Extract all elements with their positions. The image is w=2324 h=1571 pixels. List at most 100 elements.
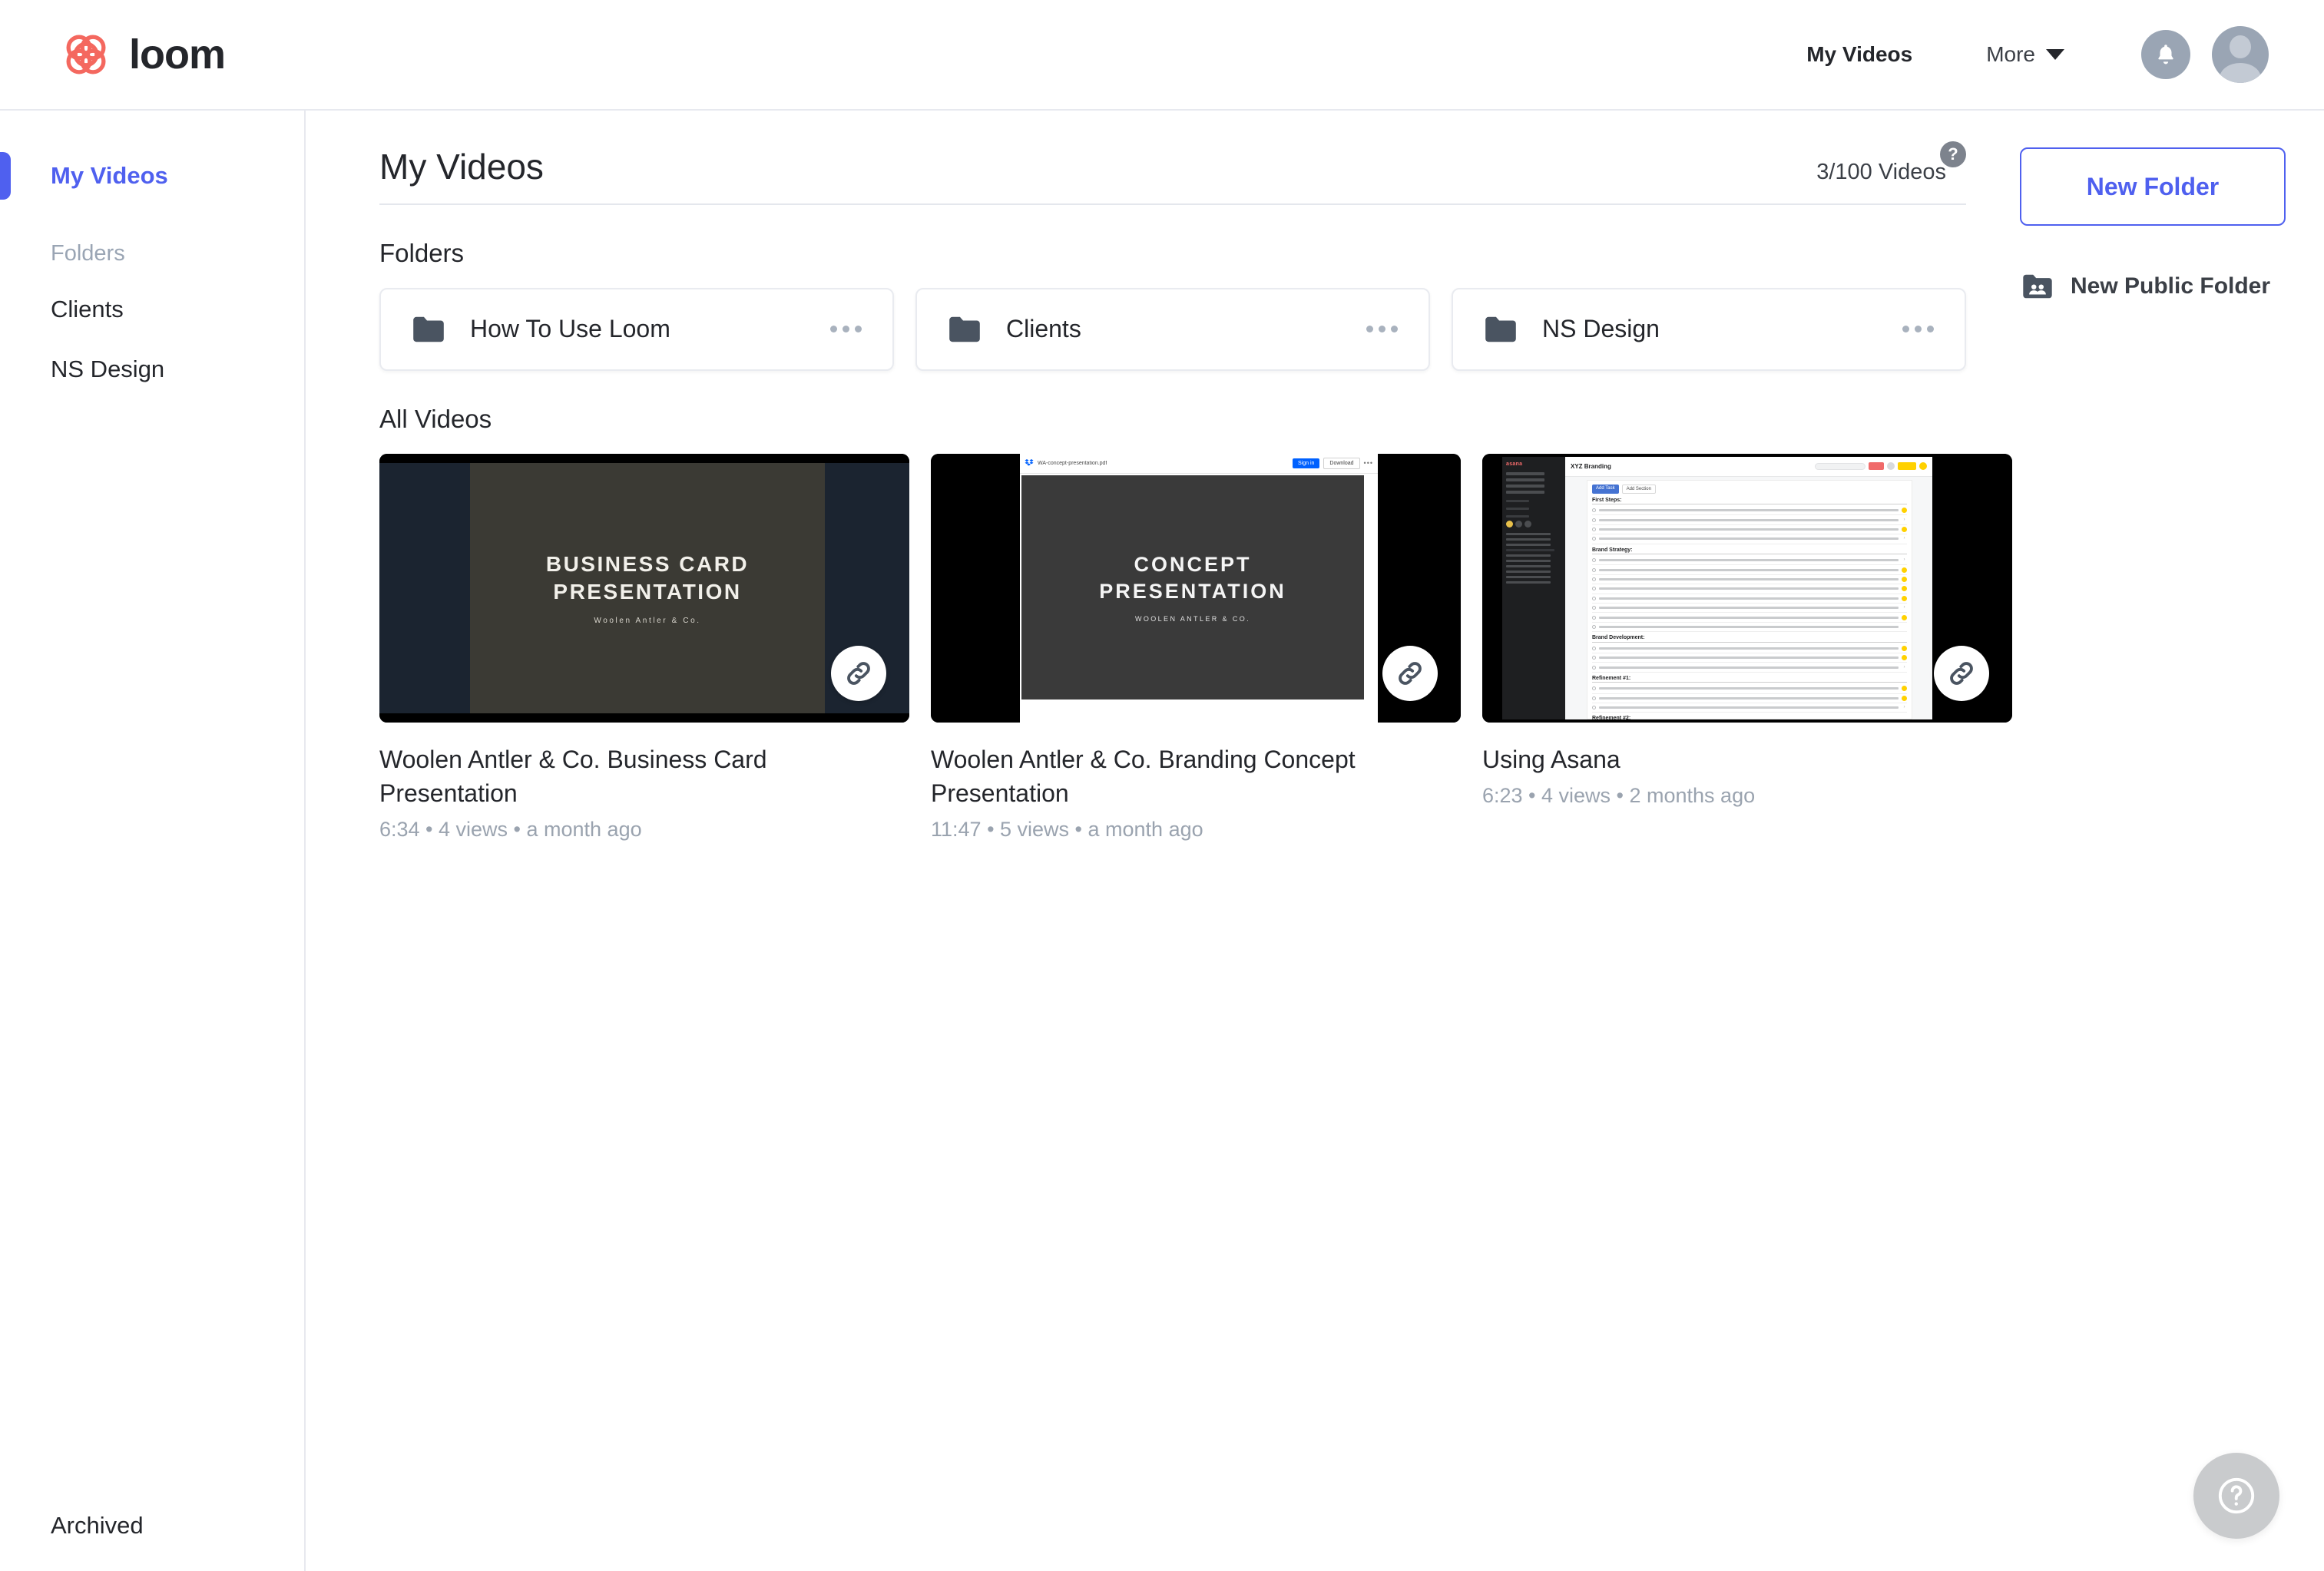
folder-card-clients[interactable]: Clients (915, 287, 1430, 371)
brand-logo-group[interactable]: loom (60, 28, 226, 81)
video-card[interactable]: BUSINESS CARD PRESENTATION Woolen Antler… (379, 453, 909, 842)
asana-section-header: Brand Strategy: (1592, 547, 1907, 555)
new-folder-button[interactable]: New Folder (2020, 147, 2286, 226)
asana-task-row[interactable]: › (1592, 534, 1907, 544)
asana-task-row[interactable]: › (1592, 515, 1907, 525)
video-meta: 6:34 • 4 views • a month ago (379, 817, 642, 841)
asana-nav-group (1506, 507, 1561, 510)
video-thumbnail[interactable]: WA-concept-presentation.pdf Sign in Down… (931, 453, 1461, 723)
help-floating-button[interactable] (2193, 1453, 2279, 1539)
asana-task-row[interactable] (1592, 644, 1907, 653)
loom-app-window: loom My Videos More My Videos Folders Cl… (0, 0, 2324, 1571)
asana-task-row[interactable] (1592, 653, 1907, 663)
slide-headline-line1: BUSINESS CARD (545, 552, 750, 577)
asana-teams-group (1506, 514, 1561, 584)
user-avatar[interactable] (2212, 26, 2269, 83)
video-thumbnail[interactable]: BUSINESS CARD PRESENTATION Woolen Antler… (379, 453, 909, 723)
asana-board-actions: Add Task Add Section (1592, 484, 1907, 494)
asana-help-icon[interactable] (1887, 462, 1895, 471)
asana-task-board: Add Task Add Section First Steps: › › Br… (1587, 479, 1912, 719)
video-thumbnail[interactable]: asana XYZ Branding Add Task Add Section … (1482, 453, 2012, 723)
active-indicator (0, 152, 11, 200)
copy-link-button[interactable] (1382, 645, 1438, 701)
sign-in-button[interactable]: Sign in (1293, 458, 1320, 468)
letterbox-bar (379, 713, 909, 723)
more-options-icon[interactable] (827, 318, 865, 340)
sidebar-item-label: Clients (51, 296, 124, 322)
videos-count-label: 3/100 Videos (1816, 159, 1946, 184)
sidebar-item-clients[interactable]: Clients (0, 279, 304, 339)
sidebar-item-label: Archived (51, 1512, 144, 1539)
asana-section-header: Brand Development: (1592, 635, 1907, 643)
sidebar-item-archived[interactable]: Archived (0, 1496, 304, 1556)
sidebar-item-ns-design[interactable]: NS Design (0, 339, 304, 399)
download-button[interactable]: Download (1323, 457, 1360, 469)
asana-add-section-button[interactable]: Add Section (1621, 484, 1656, 494)
asana-task-row[interactable] (1592, 506, 1907, 516)
copy-link-icon (1950, 661, 1973, 685)
asana-task-row[interactable]: › (1592, 703, 1907, 713)
asana-app-preview: asana XYZ Branding Add Task Add Section … (1502, 456, 1932, 719)
asana-nav-list (1506, 471, 1561, 494)
asana-task-row[interactable] (1592, 525, 1907, 535)
folder-card-how-to-use-loom[interactable]: How To Use Loom (379, 287, 894, 371)
videos-quota: 3/100 Videos ? (1816, 141, 1966, 187)
asana-task-row[interactable] (1592, 623, 1907, 633)
sidebar-primary-section: My Videos (0, 111, 304, 206)
nav-more-dropdown[interactable]: More (1986, 42, 2064, 67)
brand-name: loom (129, 31, 226, 78)
asana-new-button[interactable] (1869, 462, 1884, 471)
new-public-folder-label: New Public Folder (2071, 273, 2271, 299)
asana-task-row[interactable] (1592, 565, 1907, 575)
top-navigation-bar: loom My Videos More (0, 0, 2324, 111)
asana-header-actions (1815, 462, 1927, 471)
slide-subtitle: Woolen Antler & Co. (594, 616, 701, 625)
more-options-icon[interactable] (1363, 318, 1401, 340)
main-content: My Videos 3/100 Videos ? Folders How To … (307, 111, 2324, 1571)
quota-help-icon[interactable]: ? (1940, 141, 1966, 167)
pdf-file-name: WA-concept-presentation.pdf (1038, 460, 1107, 466)
section-label-folders: Folders (379, 238, 465, 267)
video-card[interactable]: asana XYZ Branding Add Task Add Section … (1482, 453, 2012, 842)
asana-task-row[interactable] (1592, 613, 1907, 623)
asana-task-row[interactable] (1592, 575, 1907, 585)
notification-bell-button[interactable] (2141, 30, 2190, 79)
pdf-viewer-toolbar: WA-concept-presentation.pdf Sign in Down… (1020, 453, 1378, 474)
asana-task-row[interactable] (1592, 594, 1907, 604)
asana-task-row[interactable] (1592, 584, 1907, 594)
video-title: Using Asana (1482, 745, 1621, 773)
asana-task-row[interactable] (1592, 694, 1907, 703)
copy-link-button[interactable] (831, 645, 886, 701)
new-public-folder-link[interactable]: New Public Folder (2020, 273, 2304, 299)
asana-search-input[interactable] (1815, 462, 1865, 470)
pdf-document-area: CONCEPT PRESENTATION WOOLEN ANTLER & CO. (1020, 473, 1378, 723)
more-options-icon[interactable]: ••• (1364, 459, 1373, 467)
slide-headline-line2: PRESENTATION (1099, 580, 1286, 604)
video-meta: 11:47 • 5 views • a month ago (931, 817, 1203, 841)
asana-avatar[interactable] (1919, 462, 1927, 471)
chevron-down-icon (2046, 49, 2064, 60)
folder-name: How To Use Loom (470, 315, 670, 343)
letterbox-bar (379, 453, 909, 463)
asana-add-task-button[interactable]: Add Task (1592, 484, 1619, 494)
section-label-all-videos: All Videos (379, 404, 492, 433)
folder-name: Clients (1006, 315, 1081, 343)
sidebar-item-my-videos[interactable]: My Videos (0, 146, 304, 206)
slide-headline-line1: CONCEPT (1134, 553, 1252, 576)
more-options-icon[interactable] (1899, 318, 1937, 340)
asana-task-row[interactable]: › (1592, 556, 1907, 566)
folder-card-ns-design[interactable]: NS Design (1452, 287, 1966, 371)
asana-upgrade-button[interactable] (1898, 462, 1916, 471)
slide-subtitle: WOOLEN ANTLER & CO. (1134, 615, 1251, 623)
video-card[interactable]: WA-concept-presentation.pdf Sign in Down… (931, 453, 1461, 842)
nav-my-videos[interactable]: My Videos (1806, 35, 1912, 74)
sidebar-item-label: My Videos (51, 162, 168, 189)
public-folder-icon (2023, 274, 2052, 299)
asana-task-row[interactable]: › (1592, 604, 1907, 614)
copy-link-button[interactable] (1934, 645, 1989, 701)
folder-icon (413, 316, 444, 342)
help-circle-icon (2218, 1477, 2255, 1514)
video-grid: BUSINESS CARD PRESENTATION Woolen Antler… (379, 453, 2012, 842)
asana-task-row[interactable]: › (1592, 663, 1907, 673)
asana-task-row[interactable] (1592, 684, 1907, 694)
